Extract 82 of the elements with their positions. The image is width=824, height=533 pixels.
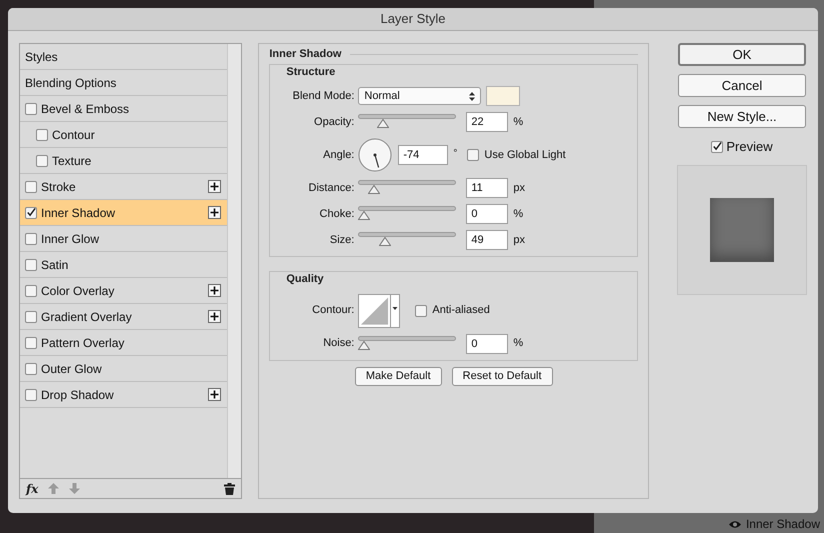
checkbox[interactable] bbox=[467, 149, 480, 161]
checkbox[interactable] bbox=[36, 128, 48, 140]
field-label: Contour: bbox=[311, 303, 354, 318]
trash-icon[interactable] bbox=[224, 482, 236, 494]
slider[interactable] bbox=[358, 232, 456, 248]
slider[interactable] bbox=[358, 114, 456, 130]
slider[interactable] bbox=[358, 206, 456, 222]
unit-label: px bbox=[513, 180, 525, 196]
layer-label: Inner Shadow bbox=[746, 516, 820, 533]
field-label: Angle: bbox=[322, 148, 354, 163]
checkbox[interactable] bbox=[25, 180, 37, 192]
default-button[interactable]: Reset to Default bbox=[452, 366, 553, 386]
shadow-color-swatch[interactable] bbox=[486, 86, 520, 106]
field-label: Size: bbox=[328, 232, 354, 248]
field-label: Choke: bbox=[318, 206, 354, 222]
value-input[interactable]: 0 bbox=[466, 334, 508, 354]
window-title: Layer Style bbox=[380, 10, 446, 28]
slider[interactable] bbox=[358, 336, 456, 352]
checkbox[interactable] bbox=[25, 102, 37, 114]
style-list-item[interactable]: Gradient Overlay bbox=[20, 304, 228, 330]
unit-label: % bbox=[513, 336, 524, 352]
style-list-item[interactable]: Color Overlay bbox=[20, 278, 228, 304]
checkbox[interactable] bbox=[25, 362, 37, 374]
field-label: Noise: bbox=[322, 336, 354, 352]
move-down-icon[interactable] bbox=[69, 483, 80, 494]
checkbox[interactable] bbox=[25, 388, 37, 400]
checkbox-label: Use Global Light bbox=[484, 148, 566, 163]
style-list-item[interactable]: Pattern Overlay bbox=[20, 330, 228, 356]
checkbox[interactable] bbox=[25, 310, 37, 322]
style-list-item[interactable]: Inner Glow bbox=[20, 226, 228, 252]
field-label: Distance: bbox=[308, 180, 354, 196]
checkbox[interactable] bbox=[25, 336, 37, 348]
value-input[interactable]: 11 bbox=[466, 178, 508, 198]
style-list-item[interactable]: Stroke bbox=[20, 174, 228, 200]
eye-icon[interactable] bbox=[728, 520, 742, 528]
unit-label: px bbox=[513, 232, 525, 248]
fx-button[interactable]: fx bbox=[26, 480, 38, 498]
style-list-item[interactable]: Styles bbox=[20, 44, 228, 70]
add-button[interactable] bbox=[208, 388, 222, 401]
checkbox[interactable] bbox=[25, 232, 37, 244]
field-label: Opacity: bbox=[313, 114, 354, 130]
style-list-item[interactable]: Inner Shadow bbox=[20, 200, 228, 226]
move-up-icon[interactable] bbox=[48, 483, 60, 494]
checkbox[interactable] bbox=[36, 154, 48, 166]
style-list-item[interactable]: Bevel & Emboss bbox=[20, 96, 228, 122]
add-button[interactable] bbox=[208, 284, 222, 297]
checkbox[interactable] bbox=[25, 258, 37, 270]
updown-caret-icon bbox=[469, 92, 476, 100]
add-button[interactable] bbox=[208, 180, 222, 193]
blend-mode-dropdown[interactable]: Normal bbox=[358, 87, 482, 105]
checkbox-label: Preview bbox=[726, 138, 773, 156]
checkbox-label: Anti-aliased bbox=[432, 303, 490, 318]
add-button[interactable] bbox=[208, 310, 222, 323]
checkbox[interactable] bbox=[415, 304, 428, 316]
unit-label: % bbox=[513, 206, 524, 222]
group-title: Structure bbox=[285, 64, 336, 80]
style-list-item[interactable]: Satin bbox=[20, 252, 228, 278]
dialog-button[interactable]: New Style... bbox=[678, 105, 806, 128]
slider[interactable] bbox=[358, 180, 456, 196]
style-list-item[interactable]: Blending Options bbox=[20, 70, 228, 96]
angle-dial[interactable] bbox=[358, 138, 392, 172]
value-input[interactable]: 22 bbox=[466, 112, 508, 132]
group-title: Quality bbox=[285, 272, 325, 287]
angle-input[interactable]: -74 bbox=[398, 145, 448, 165]
unit-label: % bbox=[513, 114, 524, 130]
checkbox[interactable] bbox=[711, 140, 724, 153]
style-list-item[interactable]: Drop Shadow bbox=[20, 382, 228, 408]
checkbox[interactable] bbox=[25, 206, 37, 218]
value-input[interactable]: 49 bbox=[466, 230, 508, 250]
default-button[interactable]: Make Default bbox=[354, 366, 442, 386]
add-button[interactable] bbox=[208, 206, 222, 219]
dialog-button[interactable]: OK bbox=[678, 43, 806, 66]
style-list-item[interactable]: Contour bbox=[20, 122, 228, 148]
checkbox[interactable] bbox=[25, 284, 37, 296]
panel-title: Inner Shadow bbox=[269, 47, 342, 62]
preview-swatch bbox=[710, 198, 774, 262]
unit-label: ° bbox=[453, 147, 458, 161]
field-label: Blend Mode: bbox=[292, 88, 354, 104]
dialog-button[interactable]: Cancel bbox=[678, 74, 806, 97]
style-list-item[interactable]: Texture bbox=[20, 148, 228, 174]
value-input[interactable]: 0 bbox=[466, 204, 508, 224]
style-list-item[interactable]: Outer Glow bbox=[20, 356, 228, 382]
